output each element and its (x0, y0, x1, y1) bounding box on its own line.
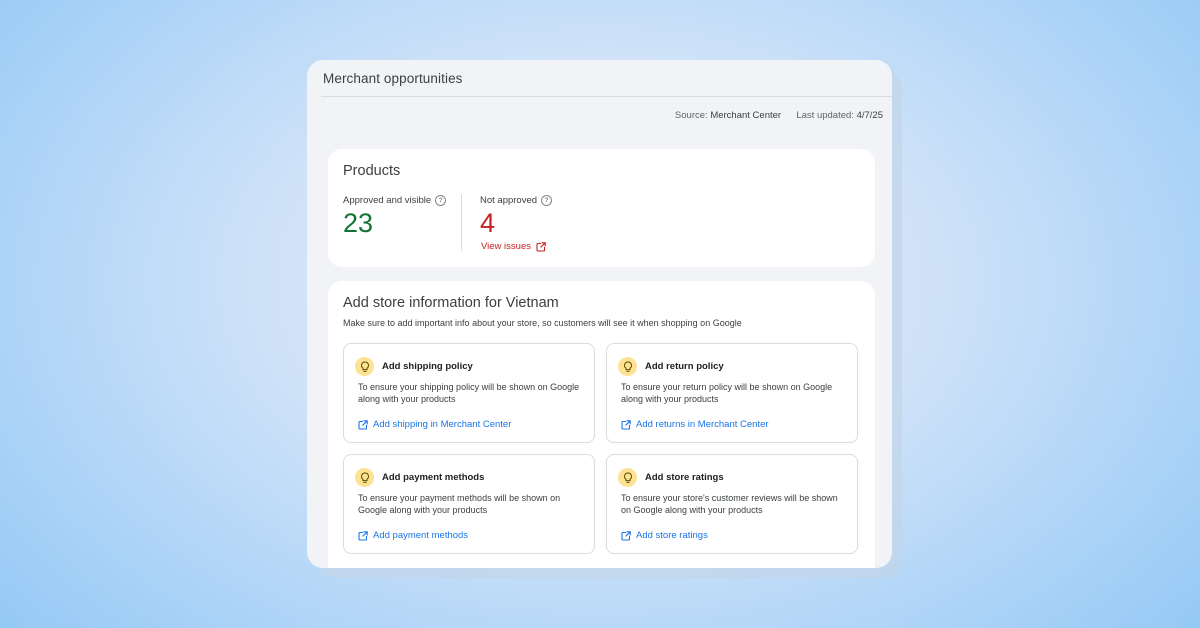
approved-label: Approved and visible (343, 195, 432, 206)
tip-title: Add return policy (645, 361, 724, 372)
tip-card-shipping: Add shipping policy To ensure your shipp… (343, 343, 595, 443)
not-approved-count: 4 (480, 208, 496, 238)
tip-card-payment: Add payment methods To ensure your payme… (343, 454, 595, 554)
tip-link-label: Add returns in Merchant Center (636, 419, 769, 430)
add-payment-methods-link[interactable]: Add payment methods (358, 530, 468, 541)
tip-body: To ensure your payment methods will be s… (358, 493, 561, 515)
tip-card-returns: Add return policy To ensure your return … (606, 343, 858, 443)
external-link-icon (358, 530, 368, 541)
tip-body: To ensure your store's customer reviews … (621, 493, 838, 515)
panel-title: Merchant opportunities (323, 71, 463, 86)
tip-body: To ensure your return policy will be sho… (621, 382, 833, 404)
merchant-opportunities-panel: Merchant opportunities Source: Merchant … (307, 60, 892, 568)
help-icon[interactable]: ? (435, 195, 447, 206)
view-issues-link[interactable]: View issues (480, 241, 552, 252)
source-label: Source: (674, 110, 708, 121)
lightbulb-icon (355, 468, 374, 487)
approved-stat: Approved and visible ? 23 (343, 195, 447, 238)
external-link-icon (536, 241, 546, 252)
stat-divider (461, 194, 462, 251)
tip-body: To ensure your shipping policy will be s… (358, 382, 580, 404)
lightbulb-icon (618, 468, 637, 487)
tip-card-ratings: Add store ratings To ensure your store's… (606, 454, 858, 554)
view-issues-label: View issues (481, 241, 531, 252)
lightbulb-icon (355, 357, 374, 376)
add-store-ratings-link[interactable]: Add store ratings (621, 530, 708, 541)
panel-divider (321, 96, 892, 97)
external-link-icon (621, 419, 631, 430)
store-info-title: Add store information for Vietnam (343, 295, 559, 311)
source-value: Merchant Center (710, 110, 782, 121)
updated-value: 4/7/25 (856, 110, 883, 121)
external-link-icon (621, 530, 631, 541)
help-icon[interactable]: ? (541, 195, 553, 206)
source-line: Source: Merchant Center Last updated: 4/… (675, 110, 883, 121)
not-approved-label: Not approved (480, 195, 538, 206)
tip-link-label: Add shipping in Merchant Center (373, 419, 512, 430)
tip-title: Add payment methods (382, 472, 485, 483)
tip-title: Add shipping policy (382, 361, 473, 372)
add-shipping-link[interactable]: Add shipping in Merchant Center (358, 419, 511, 430)
lightbulb-icon (618, 357, 637, 376)
add-returns-link[interactable]: Add returns in Merchant Center (621, 419, 769, 430)
tip-link-label: Add payment methods (373, 530, 469, 541)
products-title: Products (343, 163, 401, 179)
tip-link-label: Add store ratings (636, 530, 708, 541)
store-info-card: Add store information for Vietnam Make s… (328, 281, 875, 568)
approved-count: 23 (343, 208, 374, 238)
products-card: Products Approved and visible ? 23 Not a… (328, 149, 875, 267)
store-info-subtitle: Make sure to add important info about yo… (343, 318, 742, 328)
tip-title: Add store ratings (645, 472, 724, 483)
not-approved-stat: Not approved ? 4 View issues (480, 195, 553, 252)
updated-label: Last updated: (796, 110, 854, 121)
external-link-icon (358, 419, 368, 430)
